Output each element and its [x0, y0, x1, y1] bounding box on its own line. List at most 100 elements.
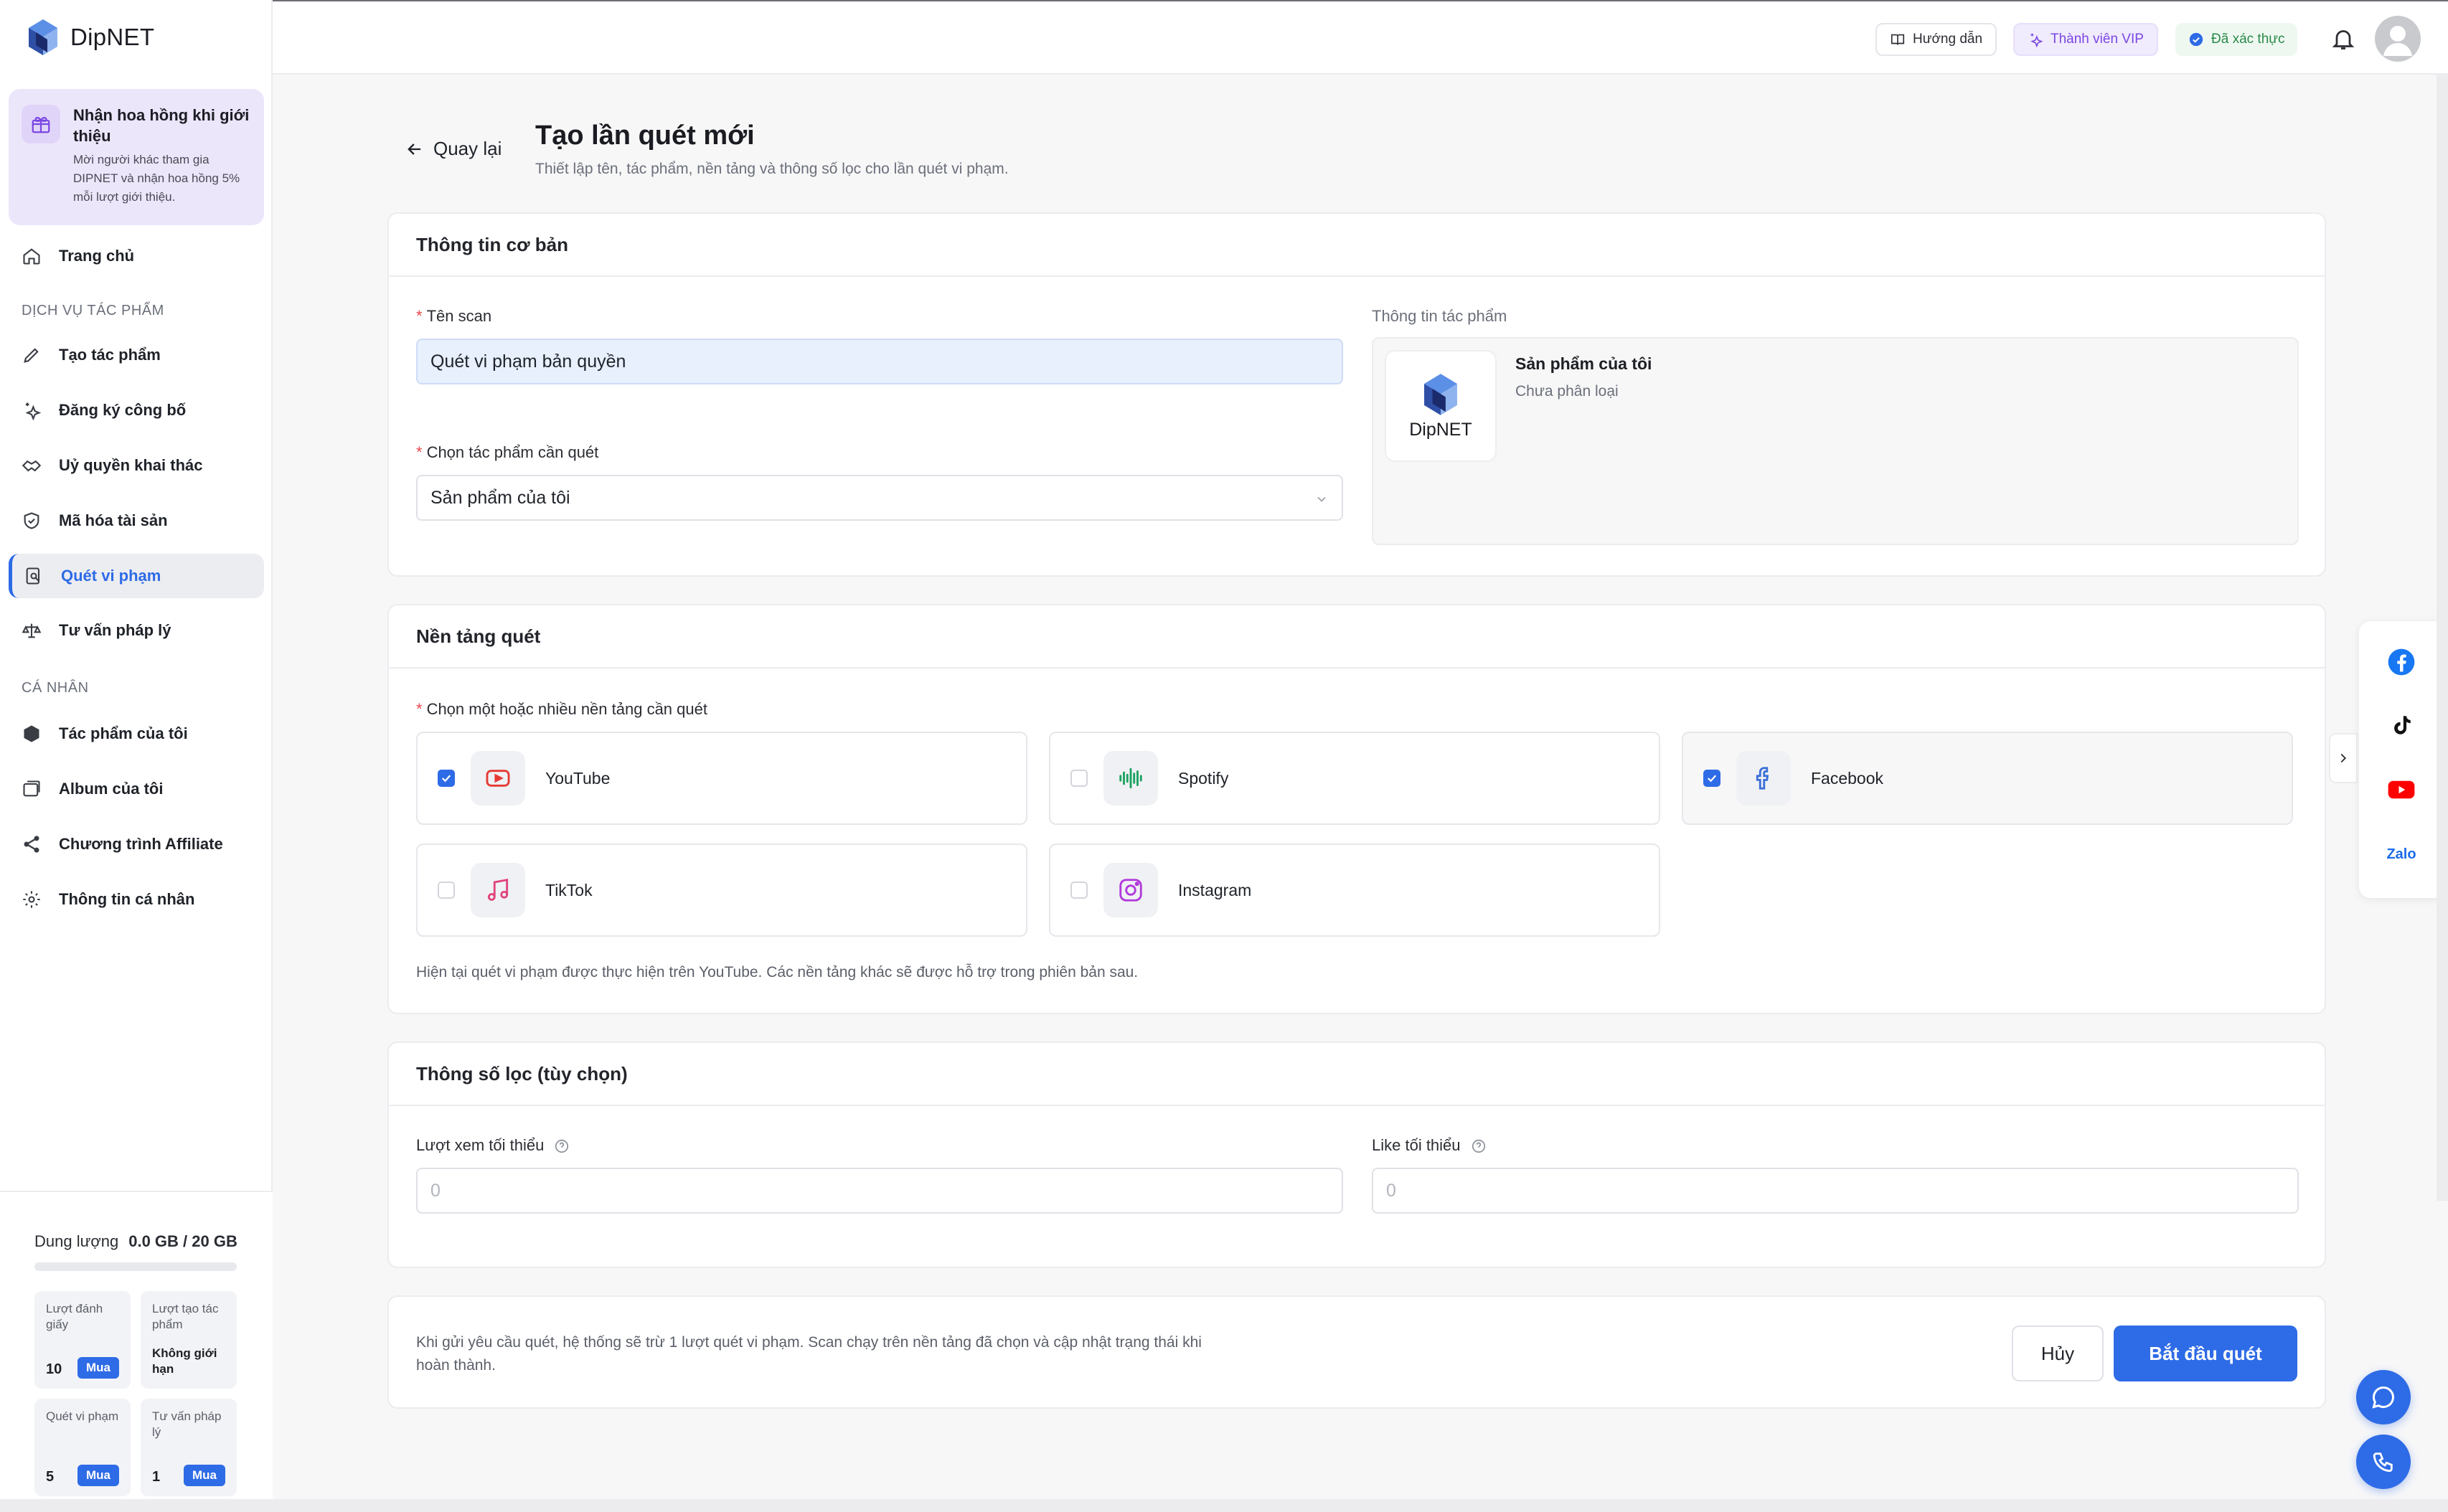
platform-name: TikTok	[545, 880, 593, 899]
bell-icon[interactable]	[2330, 26, 2356, 52]
sidebar-item-publish[interactable]: Đăng ký công bố	[9, 388, 264, 433]
min-likes-input[interactable]: 0	[1372, 1168, 2299, 1214]
min-likes-label: Like tối thiểu	[1372, 1136, 1487, 1155]
sidebar-item-legal[interactable]: Tư vấn pháp lý	[9, 608, 264, 653]
vip-member-button[interactable]: Thành viên VIP	[2013, 23, 2158, 56]
work-info-label: Thông tin tác phẩm	[1372, 307, 1507, 325]
social-bar-toggle[interactable]	[2329, 733, 2358, 783]
checkbox-unchecked[interactable]	[438, 882, 455, 899]
quota-value: 1	[152, 1469, 161, 1485]
submit-note: Khi gửi yêu cầu quét, hệ thống sẽ trừ 1 …	[416, 1334, 1202, 1374]
checkbox-checked[interactable]	[438, 770, 455, 787]
submit-card: Khi gửi yêu cầu quét, hệ thống sẽ trừ 1 …	[387, 1295, 2326, 1409]
sidebar-item-label: Tạo tác phẩm	[59, 346, 161, 364]
checkbox-unchecked[interactable]	[1070, 882, 1088, 899]
sidebar-item-label: Album của tôi	[59, 780, 164, 798]
brand-name: DipNET	[70, 24, 155, 50]
platform-option-facebook[interactable]: Facebook	[1682, 732, 2293, 825]
arrow-left-icon	[408, 143, 421, 155]
verified-icon	[2189, 32, 2203, 47]
verified-label: Đã xác thực	[2211, 32, 2285, 47]
platform-name: Instagram	[1178, 880, 1252, 899]
instagram-icon	[1103, 863, 1158, 917]
call-button[interactable]	[2356, 1435, 2411, 1489]
guide-button[interactable]: Hướng dẫn	[1875, 23, 1997, 56]
back-button[interactable]: Quay lại	[405, 138, 502, 160]
work-category: Chưa phân loại	[1515, 383, 1619, 400]
vertical-scrollbar[interactable]	[2437, 75, 2448, 1201]
zalo-icon[interactable]: Zalo	[2381, 833, 2422, 875]
platform-name: YouTube	[545, 768, 611, 788]
sidebar-item-tokenize[interactable]: Mã hóa tài sản	[9, 499, 264, 543]
sidebar-item-my-works[interactable]: Tác phẩm của tôi	[9, 712, 264, 756]
scan-icon	[26, 567, 40, 585]
sparkle-icon	[2030, 33, 2043, 47]
sidebar-item-my-album[interactable]: Album của tôi	[9, 767, 264, 811]
platform-option-tiktok[interactable]: TikTok	[416, 844, 1027, 937]
vip-label: Thành viên VIP	[2051, 32, 2144, 47]
platform-option-youtube[interactable]: YouTube	[416, 732, 1027, 825]
facebook-icon[interactable]	[2381, 641, 2422, 683]
sidebar-item-label: Trang chủ	[59, 247, 135, 265]
checkbox-unchecked[interactable]	[1070, 770, 1088, 787]
pen-icon	[24, 348, 39, 363]
storage-panel: Dung lượng 0.0 GB / 20 GB Lượt đánh giấy …	[0, 1191, 273, 1512]
sidebar-item-scan[interactable]: Quét vi phạm	[9, 554, 264, 598]
card-heading: Thông số lọc (tùy chọn)	[389, 1043, 2325, 1106]
user-icon	[2383, 26, 2412, 56]
youtube-icon[interactable]	[2381, 769, 2422, 811]
page-subtitle: Thiết lập tên, tác phẩm, nền tảng và thô…	[535, 161, 1009, 177]
horizontal-scrollbar[interactable]	[0, 1499, 2448, 1512]
logo-icon	[1424, 373, 1457, 415]
buy-button[interactable]: Mua	[77, 1357, 119, 1379]
sidebar-item-affiliate[interactable]: Chương trình Affiliate	[9, 822, 264, 866]
platforms-note: Hiện tại quét vi phạm được thực hiện trê…	[416, 964, 1139, 981]
help-icon[interactable]	[554, 1138, 570, 1154]
storage-usage: Dung lượng 0.0 GB / 20 GB	[34, 1232, 237, 1251]
referral-promo[interactable]: Nhận hoa hồng khi giới thiệu Mời người k…	[9, 89, 264, 225]
thumbnail-text: DipNET	[1409, 419, 1472, 440]
checkbox-checked[interactable]	[1703, 770, 1720, 787]
buy-button[interactable]: Mua	[184, 1465, 225, 1486]
platforms-card: Nền tảng quét * Chọn một hoặc nhiều nền t…	[387, 604, 2326, 1014]
sidebar-item-label: Chương trình Affiliate	[59, 835, 223, 853]
home-icon	[23, 248, 40, 265]
work-info-panel: DipNET Sản phẩm của tôi Chưa phân loại	[1372, 337, 2299, 545]
help-icon[interactable]	[1471, 1138, 1487, 1154]
cancel-button[interactable]: Hủy	[2012, 1326, 2104, 1381]
section-heading-personal: CÁ NHÂN	[22, 680, 89, 696]
platform-option-instagram[interactable]: Instagram	[1049, 844, 1660, 937]
scan-name-label: * Tên scan	[416, 307, 492, 325]
buy-button[interactable]: Mua	[77, 1465, 119, 1486]
quota-label: Quét vi phạm	[46, 1409, 119, 1423]
start-scan-button[interactable]: Bắt đầu quét	[2114, 1326, 2297, 1381]
promo-description: Mời người khác tham gia DIPNET và nhận h…	[73, 153, 240, 204]
gear-icon	[23, 891, 40, 908]
work-name: Sản phẩm của tôi	[1515, 354, 1652, 373]
sidebar-item-label: Tác phẩm của tôi	[59, 724, 188, 742]
legal-icon	[22, 623, 42, 638]
check-icon	[441, 775, 451, 783]
quota-card-review: Lượt đánh giấy 10 Mua	[34, 1291, 131, 1389]
storage-progress-bar	[34, 1262, 237, 1271]
scan-name-input[interactable]: Quét vi phạm bản quyền	[416, 339, 1343, 384]
topbar: Hướng dẫn Thành viên VIP Đã xác thực	[273, 0, 2448, 75]
avatar[interactable]	[2375, 16, 2421, 62]
sidebar-item-create-work[interactable]: Tạo tác phẩm	[9, 333, 264, 377]
sidebar-item-home[interactable]: Trang chủ	[9, 234, 264, 278]
tiktok-icon[interactable]	[2381, 704, 2422, 746]
share-icon	[24, 836, 39, 853]
sidebar-item-license[interactable]: Uỷ quyền khai thác	[9, 443, 264, 488]
promo-title: Nhận hoa hồng khi giới thiệu	[73, 106, 250, 145]
logo-icon	[29, 19, 57, 55]
platform-option-spotify[interactable]: Spotify	[1049, 732, 1660, 825]
work-select[interactable]: Sản phẩm của tôi	[416, 475, 1343, 521]
chat-button[interactable]	[2356, 1370, 2411, 1424]
work-thumbnail: DipNET	[1385, 350, 1497, 462]
platform-name: Facebook	[1811, 768, 1884, 788]
work-select-label: * Chọn tác phẩm cần quét	[416, 443, 599, 461]
sidebar-item-profile[interactable]: Thông tin cá nhân	[9, 877, 264, 922]
min-views-input[interactable]: 0	[416, 1168, 1343, 1214]
sidebar-item-label: Uỷ quyền khai thác	[59, 456, 203, 474]
logo[interactable]: DipNET	[26, 17, 154, 57]
